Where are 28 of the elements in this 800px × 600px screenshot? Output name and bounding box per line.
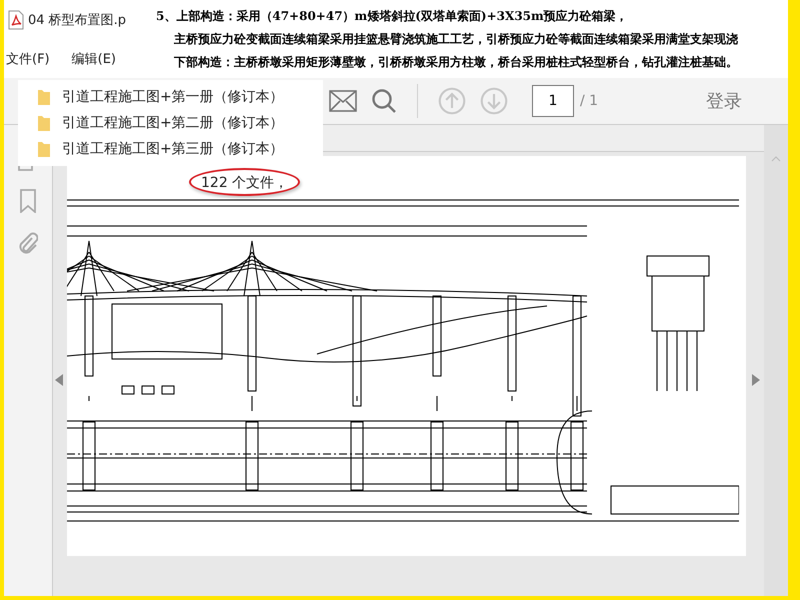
description-line: 主桥预应力砼变截面连续箱梁采用挂篮悬臂浇筑施工工艺，引桥预应力砼等截面连续箱梁采用满堂支架现浇 bbox=[173, 31, 739, 48]
folder-name: 引道工程施工图+第一册（修订本） bbox=[62, 88, 284, 106]
left-triangle-icon[interactable] bbox=[55, 374, 63, 386]
pdf-file-icon bbox=[8, 10, 24, 30]
folder-icon bbox=[38, 115, 50, 131]
folder-icon bbox=[38, 141, 50, 157]
folder-name: 引道工程施工图+第二册（修订本） bbox=[62, 114, 284, 132]
description-line: 下部构造：主桥桥墩采用矩形薄壁墩，引桥桥墩采用方柱墩，桥台采用桩柱式轻型桥台，钻孔灌注桩基础。 bbox=[173, 54, 739, 71]
folder-item[interactable]: 引道工程施工图+第三册（修订本） bbox=[18, 136, 323, 162]
login-button[interactable]: 登录 bbox=[700, 88, 748, 114]
scroll-up-icon[interactable] bbox=[771, 155, 781, 163]
description-line: 5、上部构造：采用（47+80+47）m矮塔斜拉(双塔单索面)+3X35m预应力砼箱梁， bbox=[156, 8, 629, 25]
folder-item[interactable]: 引道工程施工图+第二册（修订本） bbox=[18, 110, 323, 136]
bookmark-icon[interactable] bbox=[20, 189, 36, 213]
right-triangle-icon[interactable] bbox=[752, 374, 760, 386]
scrollbar[interactable] bbox=[764, 125, 788, 596]
menu-item[interactable]: 编辑(E) bbox=[72, 50, 116, 68]
document-title: 04 桥型布置图.p bbox=[28, 12, 126, 29]
folder-item[interactable]: 引道工程施工图+第一册（修订本） bbox=[18, 84, 323, 110]
search-icon[interactable] bbox=[371, 88, 397, 114]
page-number-field[interactable]: 1 bbox=[532, 85, 574, 117]
folder-icon bbox=[38, 89, 50, 105]
mail-icon[interactable] bbox=[329, 90, 357, 112]
page-total: / 1 bbox=[580, 93, 598, 109]
file-count-text: 122 个文件， bbox=[201, 175, 288, 191]
paperclip-icon[interactable] bbox=[18, 231, 38, 255]
folder-name: 引道工程施工图+第三册（修订本） bbox=[62, 140, 284, 158]
menu-item[interactable]: 文件(F) bbox=[6, 50, 50, 68]
